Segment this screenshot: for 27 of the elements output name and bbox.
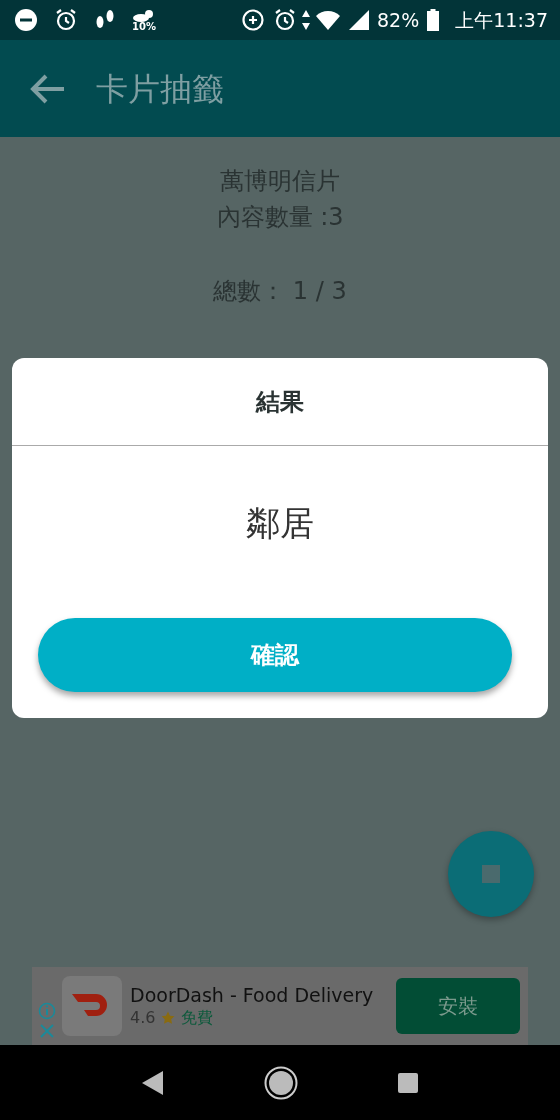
star-icon bbox=[161, 1010, 176, 1025]
weather-reading: 10% bbox=[132, 22, 156, 32]
recents-icon[interactable] bbox=[398, 1072, 418, 1093]
alarm-icon bbox=[273, 8, 297, 32]
do-not-disturb-icon bbox=[14, 8, 38, 32]
confirm-button[interactable]: 確認 bbox=[38, 618, 512, 692]
result-text: 鄰居 bbox=[246, 506, 314, 545]
app-logo-icon bbox=[62, 976, 122, 1036]
battery-icon bbox=[427, 9, 440, 31]
app-name: DoorDash - Food Delivery bbox=[130, 984, 375, 1008]
signal-icon bbox=[349, 10, 369, 30]
battery-percentage: 82% bbox=[377, 7, 420, 33]
alarm-icon bbox=[54, 8, 78, 32]
back-icon[interactable] bbox=[142, 1070, 164, 1095]
weather-icon bbox=[132, 8, 156, 22]
screen-title: 卡片抽籤 bbox=[96, 68, 224, 110]
clock-time: 上午11:37 bbox=[455, 7, 548, 33]
dialog-title: 結果 bbox=[256, 386, 304, 418]
back-arrow-icon[interactable] bbox=[30, 72, 66, 105]
install-button[interactable]: 安裝 bbox=[396, 978, 520, 1034]
app-price: 免費 bbox=[181, 1007, 214, 1028]
data-arrows-icon bbox=[301, 9, 311, 31]
data-saver-icon bbox=[241, 8, 265, 32]
stop-icon bbox=[482, 865, 500, 883]
home-icon[interactable] bbox=[264, 1065, 298, 1100]
wifi-icon bbox=[315, 9, 341, 31]
app-rating: 4.6 bbox=[130, 1007, 156, 1028]
